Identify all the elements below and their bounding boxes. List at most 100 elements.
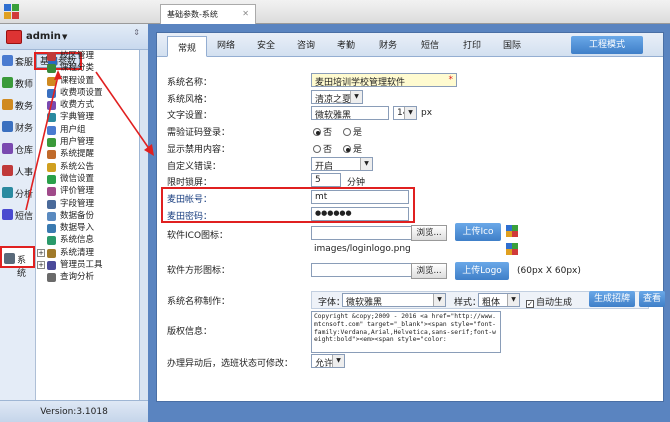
tree-item[interactable]: 收费项设置	[36, 87, 139, 99]
tree-item[interactable]: 查询分析	[36, 271, 139, 283]
settings-tab[interactable]: 安全	[257, 38, 275, 51]
module-item[interactable]: 套服	[0, 50, 35, 72]
tree-item[interactable]: 系统提醒	[36, 148, 139, 160]
disabled-content-label: 显示禁用内容：	[167, 145, 231, 155]
tree-item[interactable]: + 管理员工具	[36, 259, 139, 271]
captcha-yes-radio[interactable]: 是	[343, 125, 362, 138]
tree-item[interactable]: 收费方式	[36, 99, 139, 111]
sidebar: admin ▼ ⇕ 套服 教师 教务 财务 仓库 人事 分析 短信 系统 基础参数 校区管理 课程分…	[0, 24, 148, 422]
tree-icon	[47, 224, 56, 234]
tree-icon	[47, 248, 56, 258]
logo-size-hint: (60px X 60px)	[517, 266, 581, 276]
pin-icon[interactable]: ⇕	[133, 28, 140, 37]
module-icon	[2, 77, 13, 88]
tree-icon	[47, 236, 56, 246]
make-font-select[interactable]: 微软雅黑 ▼	[342, 293, 446, 308]
captcha-yes-label: 是	[353, 128, 363, 138]
view-button[interactable]: 查看	[639, 291, 665, 307]
custom-error-select[interactable]: 开启 ▼	[311, 157, 373, 172]
settings-tab[interactable]: 网络	[217, 38, 235, 51]
font-size-select[interactable]: 14 ▼	[393, 106, 417, 120]
make-style-select[interactable]: 粗体 ▼	[478, 293, 520, 308]
tree-item[interactable]: 字段管理	[36, 198, 139, 210]
disabled-yes-radio[interactable]: 是	[343, 142, 362, 155]
chevron-down-icon: ▼	[404, 107, 416, 119]
tree-item[interactable]: 数据导入	[36, 222, 139, 234]
module-item[interactable]: 教师	[0, 72, 35, 94]
tree-item[interactable]: 评价管理	[36, 185, 139, 197]
tree-item[interactable]: 微信设置	[36, 173, 139, 185]
tab-basic-params[interactable]: 基础参数-系统 ✕	[160, 4, 256, 24]
tree-label: 字典管理	[60, 112, 95, 123]
tree-item[interactable]: 系统信息	[36, 234, 139, 246]
module-item[interactable]: 人事	[0, 160, 35, 182]
tree-item[interactable]: 数据备份	[36, 210, 139, 222]
module-item[interactable]: 分析	[0, 182, 35, 204]
ico-browse-button[interactable]: 浏览...	[411, 225, 447, 241]
make-font-value: 微软雅黑	[346, 298, 383, 308]
square-browse-button[interactable]: 浏览...	[411, 263, 447, 279]
tree-item[interactable]: 系统公告	[36, 161, 139, 173]
tree-item[interactable]: 用户管理	[36, 136, 139, 148]
sidebar-splitter[interactable]	[140, 50, 148, 422]
settings-tab[interactable]: 短信	[421, 38, 439, 51]
upload-logo-button[interactable]: 上传Logo	[455, 262, 509, 280]
tree-label: 管理员工具	[60, 260, 103, 271]
tree-item[interactable]: 用户组	[36, 124, 139, 136]
tree-icon	[47, 162, 56, 172]
user-name[interactable]: admin	[26, 31, 61, 42]
module-icon	[2, 99, 13, 110]
tree-item[interactable]: 字典管理	[36, 111, 139, 123]
settings-tab[interactable]: 咨询	[297, 38, 315, 51]
tree-item[interactable]: + 系统清理	[36, 247, 139, 259]
auto-generate-checkbox[interactable]: ✓ 自动生成	[526, 295, 572, 308]
module-label: 教务	[15, 102, 34, 112]
module-item[interactable]: 短信	[0, 204, 35, 226]
make-style-value: 粗体	[482, 298, 501, 308]
expand-icon[interactable]: +	[37, 261, 45, 270]
lock-screen-input[interactable]: 5	[311, 173, 341, 187]
transfer-label: 办理异动后，选班状态可修改：	[167, 359, 294, 369]
chevron-down-icon: ▼	[360, 158, 372, 170]
transfer-select[interactable]: 允许 ▼	[311, 354, 345, 369]
module-icon	[2, 143, 13, 154]
settings-tabs: 工程模式 常规 网络 安全 咨询 考勤 财务 短信 打印 国际	[157, 33, 663, 57]
system-name-input[interactable]: 麦田培训学校管理软件 *	[311, 73, 457, 87]
tree-icon	[47, 261, 56, 271]
chevron-down-icon: ▼	[433, 294, 445, 306]
settings-tab[interactable]: 财务	[379, 38, 397, 51]
settings-tab[interactable]: 国际	[503, 38, 521, 51]
tree-label: 查询分析	[60, 272, 95, 283]
tree-item[interactable]: 校区管理	[36, 50, 139, 62]
tree-item[interactable]: 课程设置	[36, 75, 139, 87]
auto-generate-label: 自动生成	[536, 298, 573, 308]
mt-password-input[interactable]: ●●●●●●	[311, 207, 409, 221]
captcha-no-radio[interactable]: 否	[313, 125, 332, 138]
tree-icon	[47, 64, 56, 74]
module-label: 套服	[15, 58, 34, 68]
font-input[interactable]: 微软雅黑	[311, 106, 389, 120]
mt-account-input[interactable]: mt	[311, 190, 409, 204]
tree-label: 课程分类	[60, 63, 95, 74]
module-item[interactable]: 教务	[0, 94, 35, 116]
engineering-mode-button[interactable]: 工程模式	[571, 36, 643, 54]
style-select[interactable]: 清凉之夏 ▼	[311, 90, 363, 105]
copyright-textarea[interactable]: Copyright &copy;2009 - 2016 <a href="htt…	[311, 311, 501, 353]
module-item[interactable]: 仓库	[0, 138, 35, 160]
module-item[interactable]: 系统	[0, 246, 35, 279]
generate-sign-button[interactable]: 生成招牌	[589, 291, 635, 307]
chevron-down-icon: ▼	[332, 355, 344, 367]
close-icon[interactable]: ✕	[242, 9, 249, 18]
settings-tab[interactable]: 常规	[167, 36, 208, 57]
chevron-down-icon[interactable]: ▼	[62, 33, 67, 41]
upload-ico-button[interactable]: 上传Ico	[455, 223, 501, 241]
disabled-no-radio[interactable]: 否	[313, 142, 332, 155]
tree-icon	[47, 150, 56, 160]
settings-tab[interactable]: 打印	[463, 38, 481, 51]
tree-item[interactable]: 课程分类	[36, 62, 139, 74]
module-icon	[4, 253, 15, 264]
transfer-value: 允许	[315, 359, 334, 369]
module-item[interactable]: 财务	[0, 116, 35, 138]
settings-tab[interactable]: 考勤	[337, 38, 355, 51]
expand-icon[interactable]: +	[37, 248, 45, 257]
